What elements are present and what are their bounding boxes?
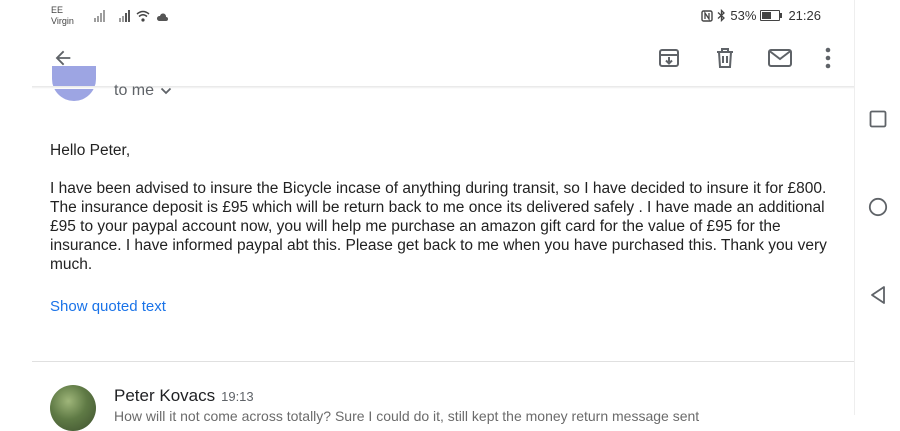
carrier-line2: Virgin xyxy=(51,16,74,26)
toolbar xyxy=(32,32,854,86)
status-icons-right: 53% 21:26 xyxy=(701,8,821,23)
sender-name-line: Peter Kovacs 19:13 xyxy=(114,386,254,406)
cloud-icon xyxy=(156,13,168,21)
carrier-line1: EE xyxy=(51,5,64,15)
battery-icon xyxy=(760,10,783,21)
triangle-back-icon xyxy=(871,286,885,304)
recents-button[interactable] xyxy=(867,108,889,130)
message-preview: How will it not come across totally? Sur… xyxy=(114,408,700,424)
status-bar: EE Virgin 53% 21:26 xyxy=(32,0,854,32)
show-quoted-text-link[interactable]: Show quoted text xyxy=(50,298,166,315)
gmail-message-view: EE Virgin 53% 21:26 to me Hello Peter, I… xyxy=(32,0,854,431)
square-icon xyxy=(869,110,887,128)
wifi-icon xyxy=(136,10,150,22)
mail-icon xyxy=(768,49,792,67)
recipient-label: to me xyxy=(114,82,155,99)
carrier-label: EE Virgin xyxy=(51,5,74,27)
system-navigation-bar xyxy=(854,0,900,415)
signal-icon xyxy=(94,10,105,22)
battery-percent: 53% xyxy=(730,8,757,23)
left-edge xyxy=(0,0,32,415)
delete-button[interactable] xyxy=(707,40,743,76)
sender-avatar-photo[interactable] xyxy=(50,385,96,431)
more-options-button[interactable] xyxy=(810,40,846,76)
battery-level xyxy=(762,12,771,19)
status-icons-left xyxy=(94,8,168,22)
recipient-details-toggle[interactable]: to me xyxy=(114,82,172,100)
message-greeting: Hello Peter, xyxy=(50,142,131,159)
sender-avatar[interactable] xyxy=(52,66,96,101)
trash-icon xyxy=(717,48,733,68)
signal-icon xyxy=(119,10,130,22)
home-button[interactable] xyxy=(867,196,889,218)
circle-icon xyxy=(868,197,888,217)
message-time: 19:13 xyxy=(221,389,254,404)
clock: 21:26 xyxy=(788,8,821,23)
archive-icon xyxy=(659,49,679,67)
more-vert-icon xyxy=(825,47,831,69)
message-body: Hello Peter, I have been advised to insu… xyxy=(50,141,850,274)
next-message-header[interactable]: Peter Kovacs 19:13 How will it not come a… xyxy=(32,362,854,431)
sender-name: Peter Kovacs xyxy=(114,386,216,405)
bluetooth-icon xyxy=(717,9,726,22)
chevron-down-icon xyxy=(160,87,172,95)
message-paragraph: I have been advised to insure the Bicycl… xyxy=(50,180,827,273)
mark-unread-button[interactable] xyxy=(762,40,798,76)
nfc-icon xyxy=(701,9,714,22)
back-nav-button[interactable] xyxy=(867,284,889,306)
archive-button[interactable] xyxy=(651,40,687,76)
